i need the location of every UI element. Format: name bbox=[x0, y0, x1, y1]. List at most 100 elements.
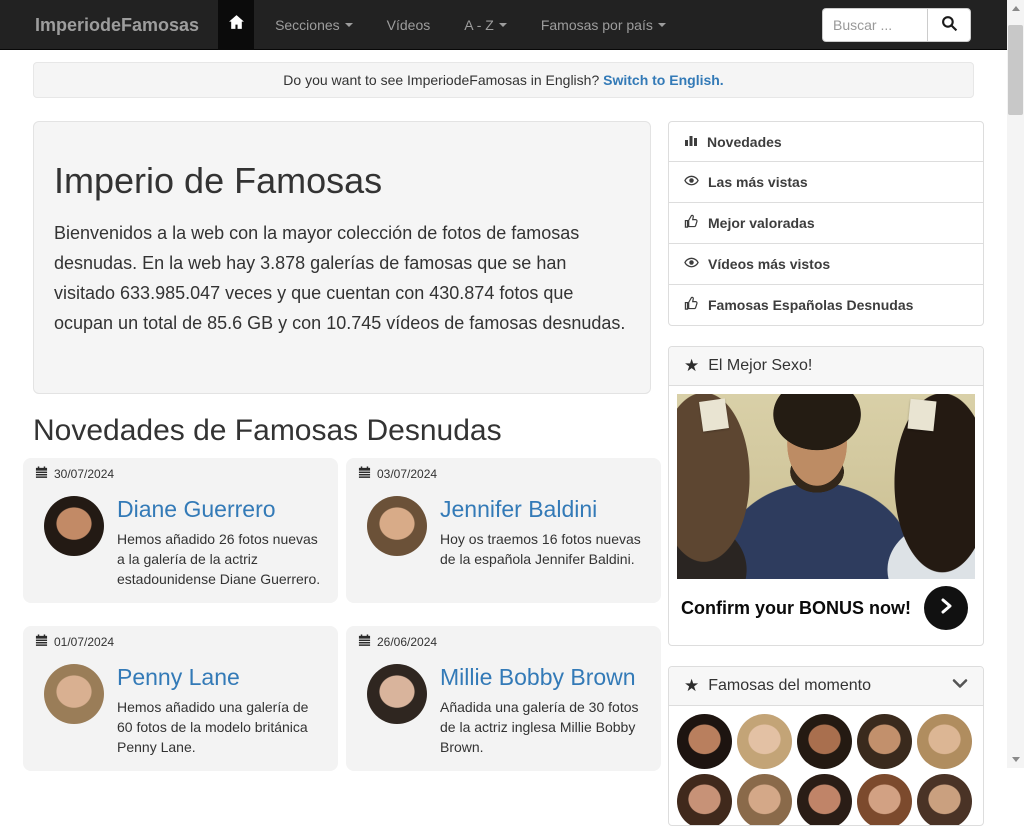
nav-item-label: A - Z bbox=[464, 16, 494, 33]
card-main: Millie Bobby Brown Añadida una galería d… bbox=[358, 664, 649, 757]
calendar-icon bbox=[35, 466, 48, 482]
ad-cta-text: Confirm your BONUS now! bbox=[681, 597, 911, 618]
card-main: Diane Guerrero Hemos añadido 26 fotos nu… bbox=[35, 496, 326, 589]
triangle-up-icon bbox=[1011, 6, 1020, 11]
sidebar-item-label: Novedades bbox=[707, 133, 782, 150]
nav-item-famosas-por-pais[interactable]: Famosas por país bbox=[524, 0, 683, 50]
card-date-row: 30/07/2024 bbox=[35, 466, 326, 482]
sidebar-item-famosas-espanolas[interactable]: Famosas Españolas Desnudas bbox=[669, 284, 983, 325]
card-text: Hemos añadido 26 fotos nuevas a la galer… bbox=[117, 531, 321, 587]
card-title-link[interactable]: Millie Bobby Brown bbox=[440, 664, 636, 690]
card-date: 30/07/2024 bbox=[54, 467, 115, 481]
nav-links: Secciones Vídeos A - Z Famosas por país bbox=[258, 0, 683, 50]
moment-panel: ★ Famosas del momento bbox=[668, 666, 984, 826]
moment-avatars bbox=[669, 706, 983, 825]
card-title-link[interactable]: Penny Lane bbox=[117, 664, 240, 690]
news-card: 01/07/2024 Penny Lane Hemos añadido una … bbox=[23, 626, 338, 771]
card-text: Añadida una galería de 30 fotos de la ac… bbox=[440, 699, 639, 755]
moment-panel-heading: ★ Famosas del momento bbox=[669, 667, 983, 706]
page-scrollbar bbox=[1007, 0, 1024, 768]
card-date: 26/06/2024 bbox=[377, 635, 438, 649]
ad-body: Confirm your BONUS now! bbox=[669, 386, 983, 645]
ad-cta-row: Confirm your BONUS now! bbox=[677, 579, 975, 637]
ad-panel: ★ El Mejor Sexo! Confirm your BONUS now! bbox=[668, 346, 984, 646]
card-date-row: 03/07/2024 bbox=[358, 466, 649, 482]
thumbs-up-icon bbox=[684, 296, 699, 314]
news-heading: Novedades de Famosas Desnudas bbox=[33, 414, 502, 447]
intro-text: Bienvenidos a la web con la mayor colecc… bbox=[54, 223, 626, 333]
search-button[interactable] bbox=[927, 8, 971, 42]
star-icon: ★ bbox=[684, 676, 700, 695]
news-card: 03/07/2024 Jennifer Baldini Hoy os traem… bbox=[346, 458, 661, 603]
top-navbar: ImperiodeFamosas Secciones Vídeos A - Z … bbox=[0, 0, 1007, 50]
ad-panel-heading: ★ El Mejor Sexo! bbox=[669, 347, 983, 386]
eye-icon bbox=[684, 173, 699, 191]
search-icon bbox=[941, 15, 958, 35]
ad-confirm-button[interactable] bbox=[924, 586, 968, 630]
home-icon bbox=[228, 14, 245, 36]
triangle-down-icon bbox=[1011, 757, 1020, 762]
moment-avatar[interactable] bbox=[857, 714, 912, 769]
sidebar-item-mejor-valoradas[interactable]: Mejor valoradas bbox=[669, 202, 983, 243]
search-input[interactable] bbox=[822, 8, 927, 42]
nav-home-button[interactable] bbox=[218, 0, 255, 50]
chevron-right-icon bbox=[937, 597, 955, 620]
card-avatar[interactable] bbox=[367, 664, 427, 724]
sidebar-item-novedades[interactable]: Novedades bbox=[669, 122, 983, 161]
moment-avatar[interactable] bbox=[737, 714, 792, 769]
scrollbar-down-button[interactable] bbox=[1007, 751, 1024, 768]
moment-avatar[interactable] bbox=[797, 714, 852, 769]
card-title-link[interactable]: Jennifer Baldini bbox=[440, 496, 597, 522]
brand-link[interactable]: ImperiodeFamosas bbox=[35, 0, 199, 50]
card-date: 03/07/2024 bbox=[377, 467, 438, 481]
card-avatar[interactable] bbox=[44, 664, 104, 724]
nav-item-a-z[interactable]: A - Z bbox=[447, 0, 524, 50]
card-avatar[interactable] bbox=[44, 496, 104, 556]
moment-avatar[interactable] bbox=[737, 774, 792, 825]
ad-panel-title: El Mejor Sexo! bbox=[708, 357, 813, 374]
sidebar-item-label: Mejor valoradas bbox=[708, 215, 815, 231]
card-text: Hoy os traemos 16 fotos nuevas de la esp… bbox=[440, 531, 641, 567]
nav-item-label: Secciones bbox=[275, 16, 340, 33]
card-main: Jennifer Baldini Hoy os traemos 16 fotos… bbox=[358, 496, 649, 569]
card-main: Penny Lane Hemos añadido una galería de … bbox=[35, 664, 326, 757]
scrollbar-thumb[interactable] bbox=[1008, 25, 1023, 115]
caret-down-icon bbox=[344, 22, 353, 27]
sidebar-item-label: Famosas Españolas Desnudas bbox=[708, 297, 914, 313]
language-banner: Do you want to see ImperiodeFamosas in E… bbox=[33, 62, 974, 98]
switch-to-english-link[interactable]: Switch to English. bbox=[603, 72, 724, 88]
chevron-down-icon[interactable] bbox=[952, 677, 968, 695]
moment-panel-title: Famosas del momento bbox=[708, 677, 871, 694]
scrollbar-up-button[interactable] bbox=[1007, 0, 1024, 17]
sidebar-item-las-mas-vistas[interactable]: Las más vistas bbox=[669, 161, 983, 202]
news-card: 26/06/2024 Millie Bobby Brown Añadida un… bbox=[346, 626, 661, 771]
card-title-link[interactable]: Diane Guerrero bbox=[117, 496, 276, 522]
moment-avatar[interactable] bbox=[677, 774, 732, 825]
nav-item-label: Vídeos bbox=[386, 16, 431, 33]
card-date: 01/07/2024 bbox=[54, 635, 115, 649]
moment-avatar[interactable] bbox=[917, 714, 972, 769]
caret-down-icon bbox=[657, 22, 666, 27]
moment-avatar[interactable] bbox=[677, 714, 732, 769]
page-title: Imperio de Famosas bbox=[54, 160, 383, 201]
search-group bbox=[822, 8, 971, 42]
card-avatar[interactable] bbox=[367, 496, 427, 556]
caret-down-icon bbox=[498, 22, 507, 27]
nav-item-videos[interactable]: Vídeos bbox=[370, 0, 448, 50]
card-date-row: 01/07/2024 bbox=[35, 634, 326, 650]
language-banner-text: Do you want to see ImperiodeFamosas in E… bbox=[283, 72, 600, 88]
calendar-icon bbox=[35, 634, 48, 650]
news-card: 30/07/2024 Diane Guerrero Hemos añadido … bbox=[23, 458, 338, 603]
moment-avatar[interactable] bbox=[917, 774, 972, 825]
news-cards: 30/07/2024 Diane Guerrero Hemos añadido … bbox=[23, 458, 661, 771]
nav-item-label: Famosas por país bbox=[540, 16, 653, 33]
nav-item-secciones[interactable]: Secciones bbox=[258, 0, 370, 50]
thumbs-up-icon bbox=[684, 214, 699, 232]
sidebar-item-label: Vídeos más vistos bbox=[708, 256, 831, 272]
intro-well: Imperio de Famosas Bienvenidos a la web … bbox=[33, 121, 651, 394]
stats-icon bbox=[684, 133, 698, 150]
moment-avatar[interactable] bbox=[797, 774, 852, 825]
ad-image[interactable] bbox=[677, 394, 975, 579]
sidebar-item-videos-mas-vistos[interactable]: Vídeos más vistos bbox=[669, 243, 983, 284]
moment-avatar[interactable] bbox=[857, 774, 912, 825]
